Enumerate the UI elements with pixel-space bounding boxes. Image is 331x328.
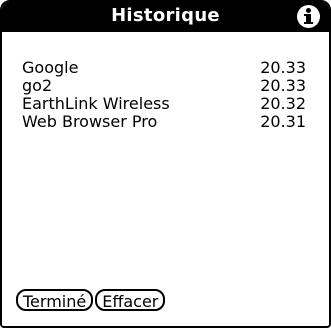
- history-item-time: 20.33: [260, 76, 306, 95]
- history-item-name: Web Browser Pro: [22, 112, 158, 131]
- history-item-time: 20.33: [260, 58, 306, 77]
- history-item-name: EarthLink Wireless: [22, 94, 170, 113]
- history-item-time: 20.31: [260, 112, 306, 131]
- done-button[interactable]: Terminé: [16, 289, 94, 311]
- history-item-name: Google: [22, 58, 79, 77]
- title-bar: Historique: [2, 2, 329, 32]
- list-item[interactable]: Google 20.33: [22, 59, 306, 77]
- history-list: Google 20.33 go2 20.33 EarthLink Wireles…: [22, 59, 306, 131]
- clear-button[interactable]: Effacer: [95, 289, 166, 311]
- button-row: Terminé Effacer: [16, 289, 167, 315]
- dialog-title: Historique: [111, 5, 220, 26]
- history-dialog: Historique Google 20.33 go2 20.33 EarthL…: [0, 0, 331, 328]
- list-item[interactable]: go2 20.33: [22, 77, 306, 95]
- info-icon[interactable]: [297, 5, 320, 28]
- history-item-time: 20.32: [260, 94, 306, 113]
- list-item[interactable]: Web Browser Pro 20.31: [22, 113, 306, 131]
- history-item-name: go2: [22, 76, 53, 95]
- list-item[interactable]: EarthLink Wireless 20.32: [22, 95, 306, 113]
